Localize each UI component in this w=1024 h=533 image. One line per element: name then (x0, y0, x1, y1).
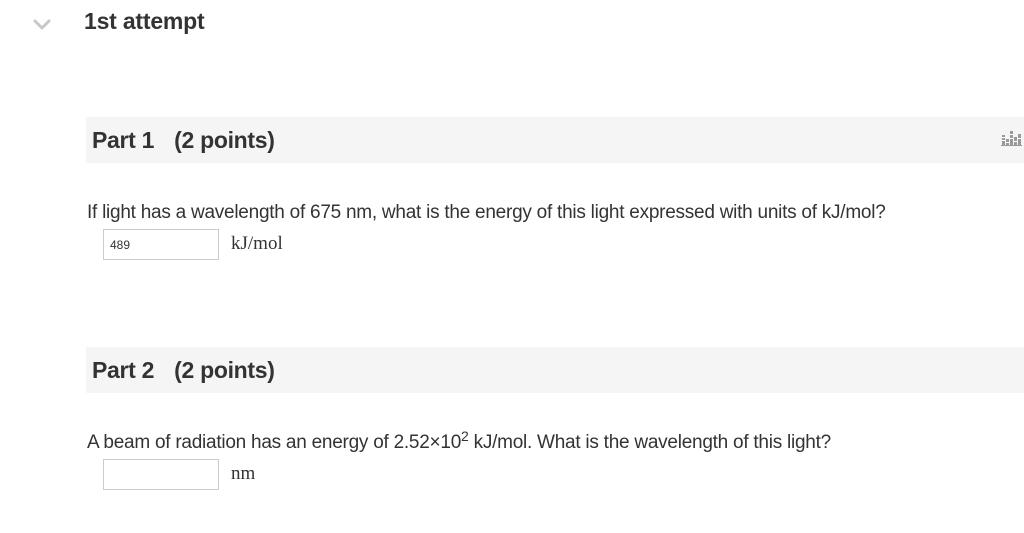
part-2-question-prefix: A beam of radiation has an energy of 2.5… (87, 432, 462, 453)
part-1-label: Part 1 (92, 127, 155, 153)
part-2-header: Part 2 (2 points) (86, 347, 1024, 393)
part-1-unit: kJ/mol (231, 233, 283, 254)
part-1-answer-input[interactable] (103, 229, 219, 260)
part-2-answer-input[interactable] (103, 459, 219, 490)
part-2-points: (2 points) (174, 357, 275, 383)
quiz-page: 1st attempt Part 1 (2 points) If light ha… (0, 0, 1024, 533)
part-2-label: Part 2 (92, 357, 155, 383)
part-1-title: Part 1 (2 points) (92, 127, 275, 154)
part-1-points: (2 points) (174, 127, 275, 153)
part-2-title: Part 2 (2 points) (92, 357, 275, 384)
part-2-unit: nm (231, 463, 256, 484)
part-2-question-exponent: 2 (461, 428, 469, 444)
part-1-header: Part 1 (2 points) (86, 117, 1024, 163)
bar-chart-icon[interactable] (1000, 125, 1022, 147)
chevron-down-icon[interactable] (30, 12, 54, 36)
attempt-title: 1st attempt (84, 8, 205, 34)
part-1-question: If light has a wavelength of 675 nm, wha… (87, 202, 886, 223)
part-2-question: A beam of radiation has an energy of 2.5… (87, 429, 832, 454)
part-2-question-suffix: kJ/mol. What is the wavelength of this l… (468, 432, 832, 453)
